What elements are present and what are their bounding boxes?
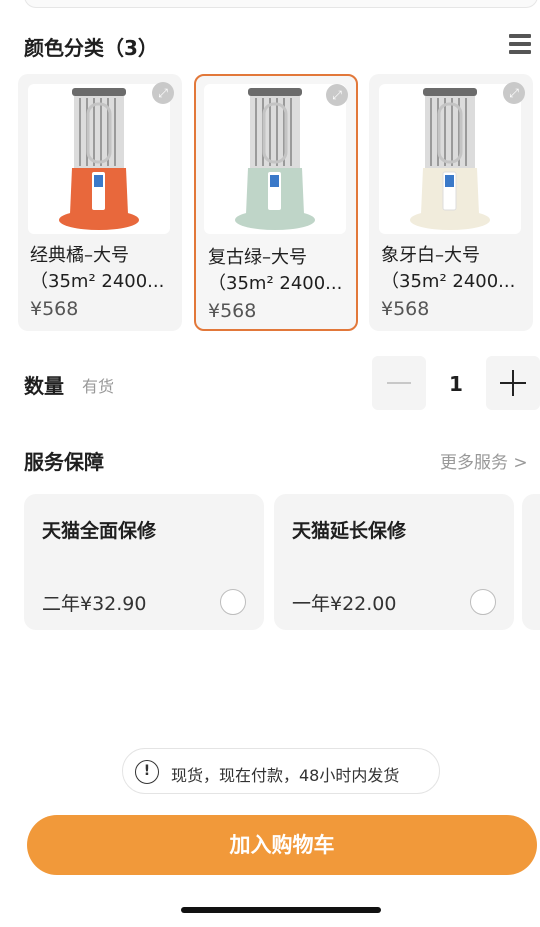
- minus-icon[interactable]: [372, 356, 426, 410]
- list-icon-bar: [509, 34, 531, 38]
- list-icon[interactable]: [509, 34, 531, 58]
- shipping-notice: ! 现货，现在付款，48小时内发货: [122, 748, 440, 794]
- variant-price: ¥568: [381, 298, 430, 320]
- variant-spec: （35m² 2400...: [30, 271, 165, 292]
- previous-section-edge: [24, 0, 538, 8]
- notice-text: 现货，现在付款，48小时内发货: [171, 766, 400, 785]
- variant-name: 象牙白–大号: [381, 245, 480, 266]
- heater-image: [410, 88, 490, 230]
- radio-button[interactable]: [220, 589, 246, 615]
- service-name: 天猫延长保修: [292, 520, 407, 542]
- variant-name: 复古绿–大号: [208, 247, 307, 268]
- quantity-title: 数量: [24, 374, 64, 398]
- variant-name: 经典橘–大号: [30, 245, 129, 266]
- service-price: 一年¥22.00: [292, 593, 397, 615]
- expand-icon[interactable]: ⤢: [503, 82, 525, 104]
- variant-spec: （35m² 2400...: [208, 273, 343, 294]
- service-price: 二年¥32.90: [42, 593, 147, 615]
- service-option-extended-warranty[interactable]: 天猫延长保修 一年¥22.00: [274, 494, 514, 630]
- color-section-title: 颜色分类（3）: [24, 36, 158, 60]
- heater-image: [59, 88, 139, 230]
- stock-status: 有货: [82, 377, 115, 396]
- color-variant-orange[interactable]: ⤢ 经典橘–大号 （35m² 2400... ¥568: [18, 74, 182, 331]
- service-option-full-warranty[interactable]: 天猫全面保修 二年¥32.90: [24, 494, 264, 630]
- list-icon-bar: [509, 50, 531, 54]
- service-option-partial[interactable]: [522, 494, 540, 630]
- heater-image: [235, 88, 315, 230]
- service-section-title: 服务保障: [24, 450, 104, 474]
- quantity-value[interactable]: 1: [440, 372, 472, 396]
- list-icon-bar: [509, 42, 531, 46]
- add-to-cart-button[interactable]: 加入购物车: [27, 815, 537, 875]
- expand-icon[interactable]: ⤢: [152, 82, 174, 104]
- color-variant-ivory[interactable]: ⤢ 象牙白–大号 （35m² 2400... ¥568: [369, 74, 533, 331]
- expand-icon[interactable]: ⤢: [326, 84, 348, 106]
- home-indicator: [181, 907, 381, 913]
- variant-price: ¥568: [208, 300, 257, 322]
- radio-button[interactable]: [470, 589, 496, 615]
- color-variant-green[interactable]: ⤢ 复古绿–大号 （35m² 2400... ¥568: [194, 74, 358, 331]
- product-image: [28, 84, 170, 234]
- exclamation-icon: !: [135, 760, 159, 784]
- variant-spec: （35m² 2400...: [381, 271, 516, 292]
- variant-price: ¥568: [30, 298, 79, 320]
- more-services-link[interactable]: 更多服务 >: [440, 448, 528, 473]
- product-image: [204, 84, 346, 234]
- plus-icon[interactable]: [486, 356, 540, 410]
- product-image: [379, 84, 521, 234]
- service-name: 天猫全面保修: [42, 520, 157, 542]
